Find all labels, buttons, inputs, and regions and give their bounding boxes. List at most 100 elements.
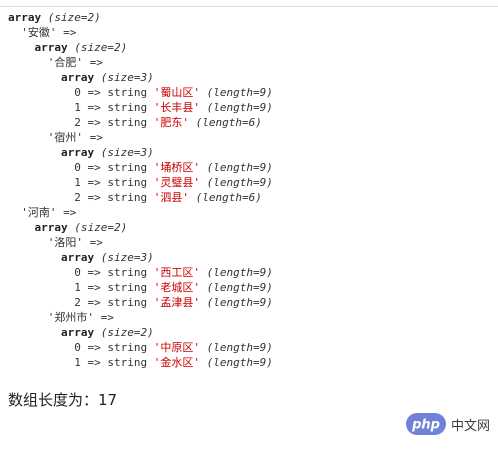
string-value: '中原区' (153, 341, 200, 354)
city-key: '合肥' (47, 56, 83, 69)
arrow-symbol: => (80, 281, 108, 294)
top-border (0, 0, 498, 7)
city-key: '郑州市' (47, 311, 94, 324)
watermark-site-text: 中文网 (450, 418, 490, 434)
length-label: (length=9) (206, 266, 273, 279)
size-label: (size=2) (74, 221, 128, 234)
city-array-line: array (size=2) (8, 325, 273, 340)
district-item-line: 1 => string '灵璧县' (length=9) (8, 175, 273, 190)
city-key-line: '郑州市' => (8, 310, 273, 325)
arrow-symbol: => (80, 191, 108, 204)
string-value: '蜀山区' (153, 86, 200, 99)
item-index: 2 (74, 296, 81, 309)
type-label: string (107, 296, 148, 309)
array-keyword: array (34, 41, 68, 54)
array-keyword: array (60, 71, 95, 84)
city-key: '宿州' (47, 131, 83, 144)
array-keyword: array (60, 146, 95, 159)
item-index: 1 (74, 101, 81, 114)
type-label: string (107, 176, 148, 189)
city-array-line: array (size=3) (8, 70, 273, 85)
arrow-symbol: => (56, 206, 77, 219)
type-label: string (107, 86, 148, 99)
item-index: 0 (74, 266, 81, 279)
length-label: (length=9) (206, 296, 273, 309)
string-value: '肥东' (153, 116, 189, 129)
size-label: (size=2) (100, 326, 154, 339)
item-index: 1 (74, 281, 81, 294)
watermark: php 中文网 (405, 413, 490, 435)
city-array-line: array (size=3) (8, 145, 273, 160)
arrow-symbol: => (80, 161, 108, 174)
district-item-line: 1 => string '长丰县' (length=9) (8, 100, 273, 115)
arrow-symbol: => (80, 101, 108, 114)
length-label: (length=9) (206, 341, 273, 354)
province-array-line: array (size=2) (8, 40, 273, 55)
district-item-line: 2 => string '肥东' (length=6) (8, 115, 273, 130)
type-label: string (107, 101, 148, 114)
arrow-symbol: => (80, 296, 108, 309)
arrow-symbol: => (56, 26, 77, 39)
district-item-line: 0 => string '中原区' (length=9) (8, 340, 273, 355)
var-dump-output: array (size=2) '安徽' => array (size=2) '合… (8, 10, 273, 370)
city-key-line: '洛阳' => (8, 235, 273, 250)
city-array-line: array (size=3) (8, 250, 273, 265)
city-key: '洛阳' (47, 236, 83, 249)
length-label: (length=9) (206, 176, 273, 189)
arrow-symbol: => (80, 86, 108, 99)
district-item-line: 0 => string '埇桥区' (length=9) (8, 160, 273, 175)
string-value: '孟津县' (153, 296, 200, 309)
item-index: 2 (74, 191, 81, 204)
string-value: '长丰县' (153, 101, 200, 114)
size-label: (size=3) (100, 146, 154, 159)
type-label: string (107, 341, 148, 354)
arrow-symbol: => (80, 341, 108, 354)
province-key: '安徽' (21, 26, 57, 39)
arrow-symbol: => (83, 56, 103, 69)
arrow-symbol: => (80, 356, 108, 369)
string-value: '老城区' (153, 281, 200, 294)
php-logo-icon: php (405, 413, 446, 435)
type-label: string (107, 281, 148, 294)
length-label: (length=9) (206, 281, 273, 294)
array-keyword: array (60, 251, 95, 264)
item-index: 0 (74, 86, 81, 99)
string-value: '金水区' (153, 356, 200, 369)
string-value: '灵璧县' (153, 176, 200, 189)
province-key-line: '安徽' => (8, 25, 273, 40)
district-item-line: 0 => string '西工区' (length=9) (8, 265, 273, 280)
size-label: (size=3) (100, 251, 154, 264)
string-value: '西工区' (153, 266, 200, 279)
array-keyword: array (60, 326, 95, 339)
type-label: string (107, 356, 148, 369)
size-label: (size=2) (74, 41, 128, 54)
district-item-line: 0 => string '蜀山区' (length=9) (8, 85, 273, 100)
item-index: 1 (74, 176, 81, 189)
dump-root-line: array (size=2) (8, 10, 273, 25)
district-item-line: 2 => string '泗县' (length=6) (8, 190, 273, 205)
type-label: string (107, 191, 148, 204)
arrow-symbol: => (83, 236, 103, 249)
province-array-line: array (size=2) (8, 220, 273, 235)
string-value: '埇桥区' (153, 161, 200, 174)
length-label: (length=6) (195, 116, 262, 129)
type-label: string (107, 161, 148, 174)
item-index: 0 (74, 341, 81, 354)
php-logo-svg: php (411, 418, 440, 433)
arrow-symbol: => (80, 176, 108, 189)
district-item-line: 2 => string '孟津县' (length=9) (8, 295, 273, 310)
arrow-symbol: => (83, 131, 103, 144)
array-keyword: array (34, 221, 68, 234)
type-label: string (107, 116, 148, 129)
arrow-symbol: => (80, 116, 108, 129)
province-key: '河南' (21, 206, 57, 219)
arrow-symbol: => (94, 311, 114, 324)
length-label: (length=9) (206, 101, 273, 114)
type-label: string (107, 266, 148, 279)
length-label: (length=9) (206, 356, 273, 369)
item-index: 1 (74, 356, 81, 369)
array-length-text: 数组长度为：17 (8, 391, 118, 409)
province-key-line: '河南' => (8, 205, 273, 220)
arrow-symbol: => (80, 266, 108, 279)
array-keyword: array (8, 11, 42, 24)
